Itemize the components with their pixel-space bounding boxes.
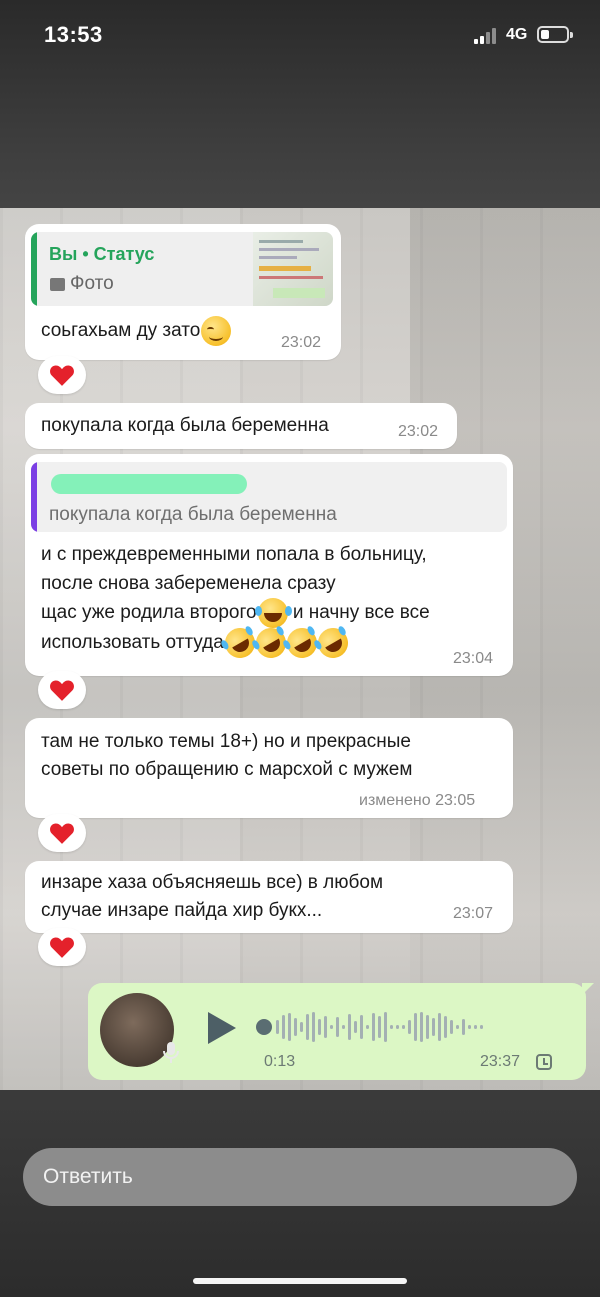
tears-of-joy-emoji [254, 598, 288, 628]
voice-waveform[interactable] [256, 1009, 556, 1045]
microphone-icon [163, 1042, 179, 1063]
battery-icon [537, 26, 573, 43]
message-time: 23:02 [398, 423, 439, 440]
playhead[interactable] [256, 1019, 272, 1035]
rofl-emoji [312, 622, 354, 664]
signal-icon [474, 28, 500, 44]
message-text: покупала когда была беременна [41, 415, 329, 436]
quoted-text: покупала когда была беременна [49, 504, 337, 525]
message-time: 23:02 [281, 334, 322, 351]
quoted-message[interactable]: покупала когда была беременна [31, 462, 507, 532]
relieved-face-emoji [201, 316, 232, 346]
clock-icon [536, 1054, 552, 1070]
quote-bar [31, 462, 37, 532]
message-time: 23:04 [453, 650, 494, 667]
home-indicator[interactable] [193, 1278, 407, 1284]
message-text: и с преждевременными попала в больницу, … [41, 540, 501, 664]
quote-media-label: Фото [70, 273, 114, 294]
message-bubble[interactable]: Вы • Статус Фото соьгахьам ду зато 23:02 [25, 224, 341, 360]
photo-icon [50, 278, 65, 291]
redacted-author-mark [51, 474, 247, 494]
bubble-tail [582, 983, 594, 995]
status-time: 13:53 [44, 22, 103, 47]
message-time: изменено 23:05 [359, 792, 476, 809]
status-bar: 13:53 4G [0, 0, 600, 70]
reply-input[interactable]: Ответить [23, 1148, 577, 1206]
voice-duration: 0:13 [264, 1053, 296, 1070]
heart-icon [50, 365, 74, 386]
message-bubble[interactable]: покупала когда была беременна 23:02 [25, 403, 457, 449]
message-time: 23:07 [453, 905, 494, 922]
message-bubble[interactable]: покупала когда была беременна и с прежде… [25, 454, 513, 676]
heart-icon [50, 937, 74, 958]
message-text: соьгахьам ду зато [41, 316, 232, 346]
reaction-heart[interactable] [38, 928, 86, 966]
message-time: 23:37 [480, 1053, 521, 1070]
heart-icon [50, 823, 74, 844]
message-bubble[interactable]: инзаре хаза объясняешь все) в любом случ… [25, 861, 513, 933]
quote-author: Вы • Статус [49, 244, 155, 264]
quote-thumbnail [253, 232, 333, 306]
quote-bar [31, 232, 37, 306]
network-label: 4G [506, 26, 528, 43]
reaction-heart[interactable] [38, 671, 86, 709]
heart-icon [50, 680, 74, 701]
message-text: инзаре хаза объясняешь все) в любом случ… [41, 872, 384, 921]
message-text: там не только темы 18+) но и прекрасные … [41, 731, 413, 780]
message-bubble[interactable]: там не только темы 18+) но и прекрасные … [25, 718, 513, 818]
play-icon[interactable] [204, 1010, 238, 1046]
reaction-heart[interactable] [38, 356, 86, 394]
voice-message-bubble[interactable]: 0:13 23:37 [88, 983, 594, 1080]
reaction-heart[interactable] [38, 814, 86, 852]
quoted-status[interactable]: Вы • Статус Фото [31, 232, 333, 306]
